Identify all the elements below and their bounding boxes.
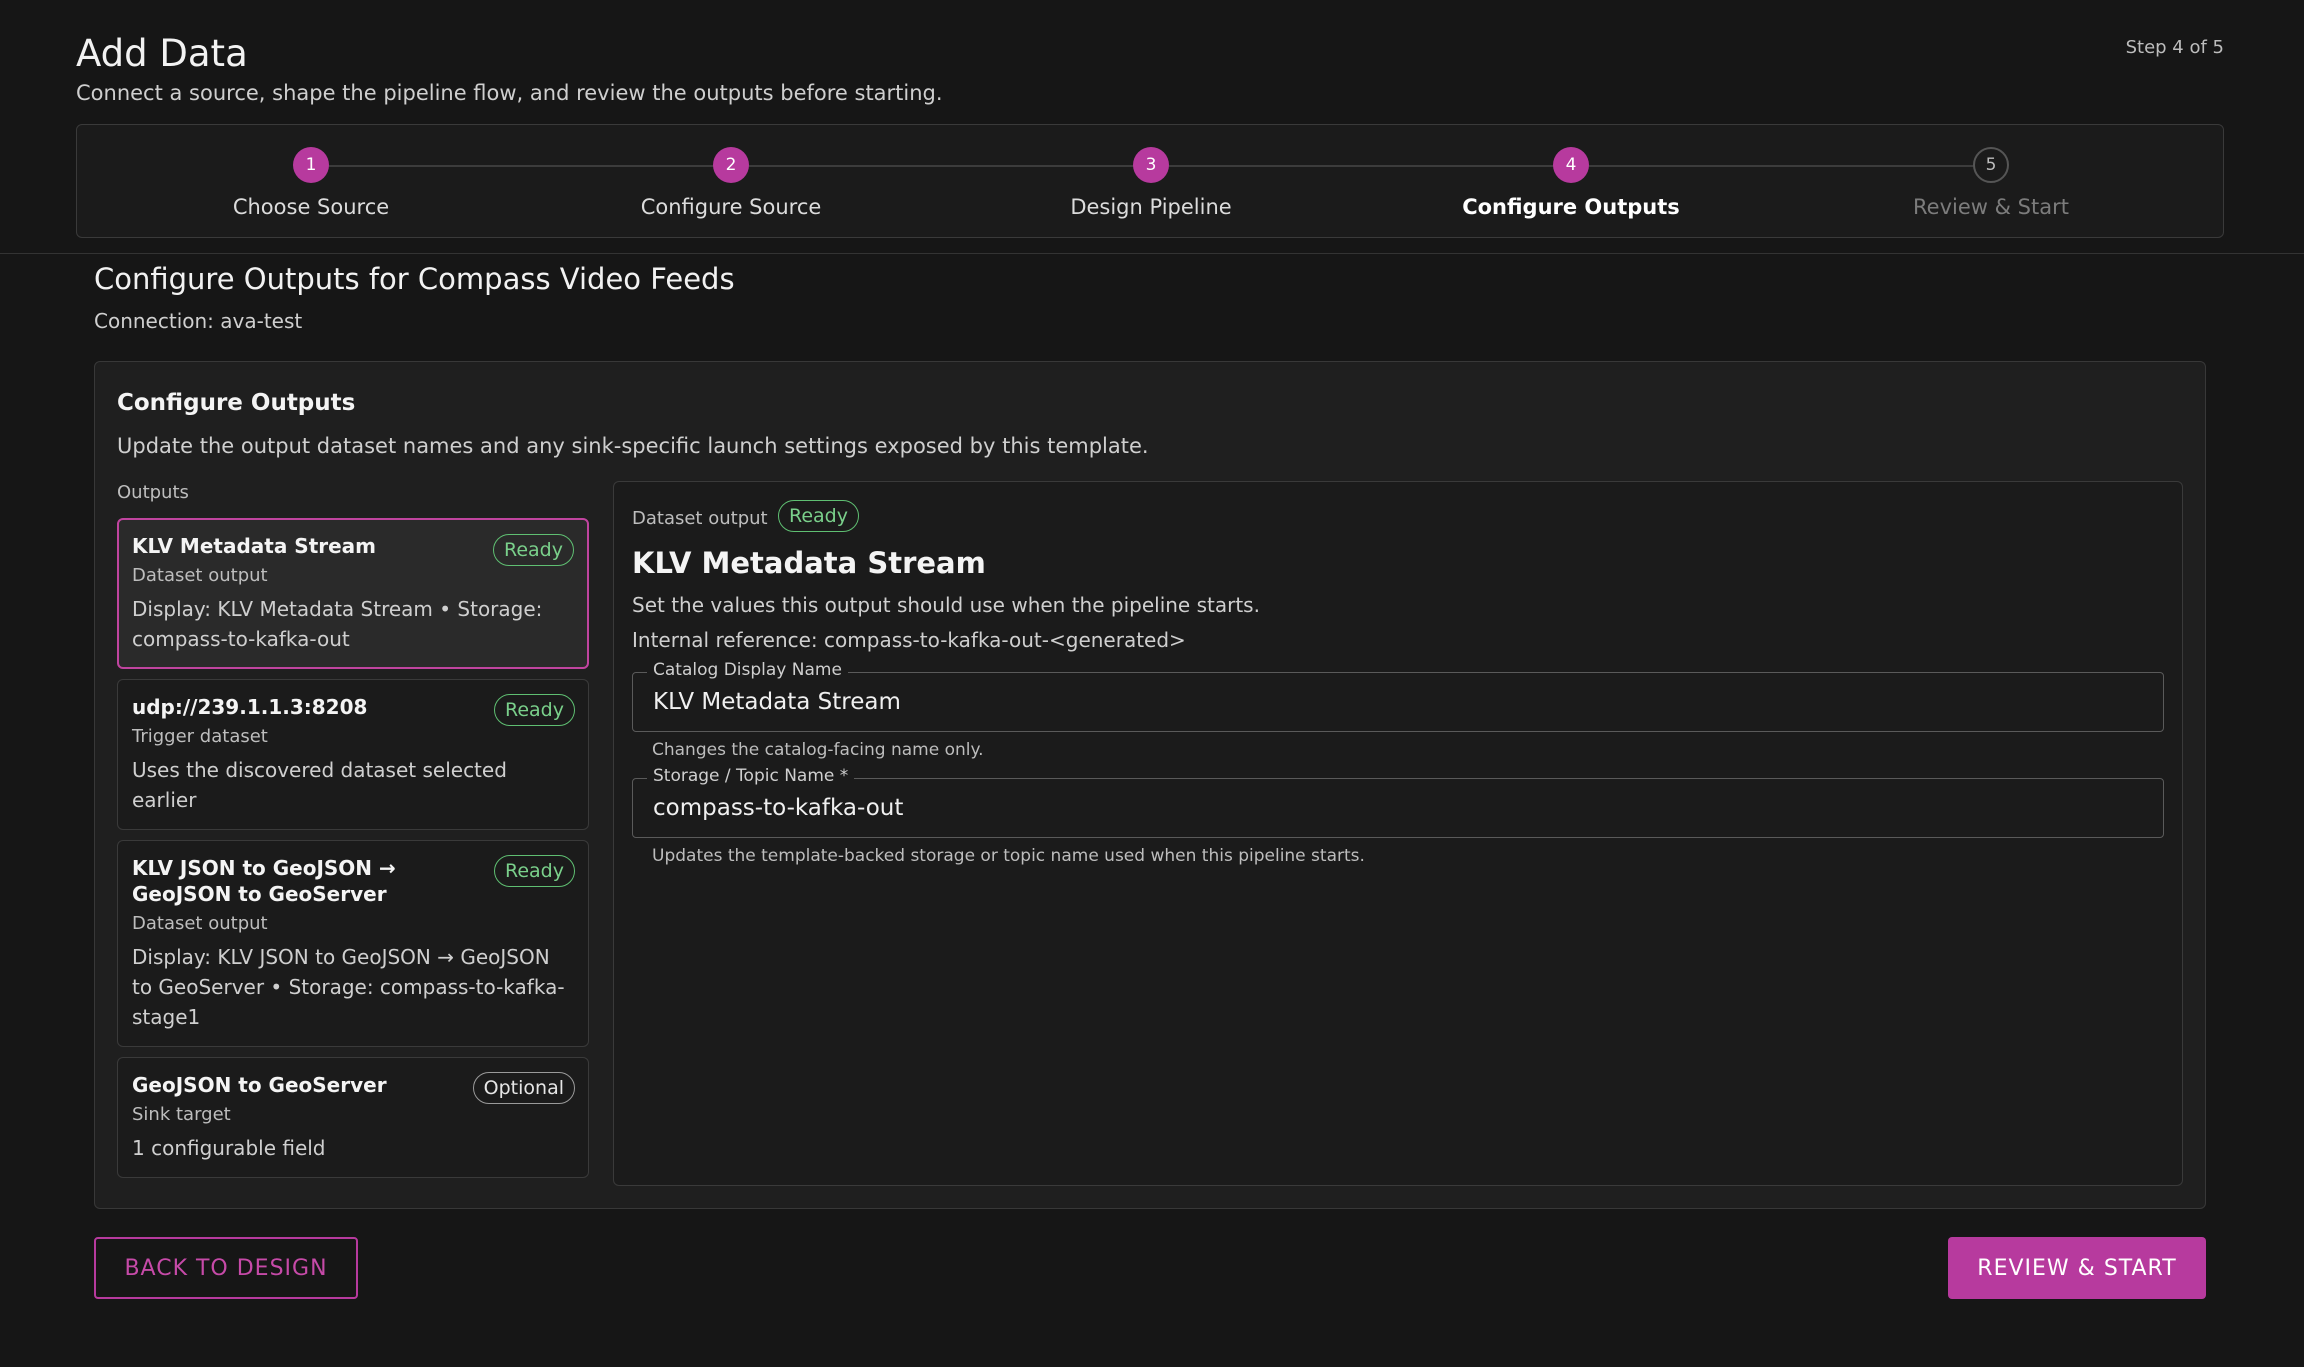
step-review-start[interactable]: 5 Review & Start [1781, 147, 2201, 219]
step-indicator: Step 4 of 5 [2125, 37, 2224, 58]
add-data-page: Add Data Connect a source, shape the pip… [0, 0, 2304, 1367]
status-badge: Ready [778, 500, 859, 532]
page-subtitle: Connect a source, shape the pipeline flo… [76, 81, 943, 105]
output-item-description: Display: KLV Metadata Stream • Storage: … [132, 597, 543, 651]
detail-description: Set the values this output should use wh… [632, 593, 1260, 617]
step-label: Review & Start [1913, 195, 2069, 219]
card-description: Update the output dataset names and any … [117, 434, 1149, 458]
output-item-description: Display: KLV JSON to GeoJSON → GeoJSON t… [132, 945, 565, 1029]
output-item-type: Dataset output [132, 565, 268, 586]
output-item-description: Uses the discovered dataset selected ear… [132, 758, 507, 812]
step-design-pipeline[interactable]: 3 Design Pipeline [941, 147, 1361, 219]
step-label: Configure Source [640, 195, 822, 219]
internal-reference: Internal reference: compass-to-kafka-out… [632, 628, 1186, 652]
step-configure-outputs[interactable]: 4 Configure Outputs [1361, 147, 1781, 219]
output-item-title: GeoJSON to GeoServer [132, 1073, 387, 1097]
step-label: Choose Source [232, 195, 390, 219]
output-item-title: KLV JSON to GeoJSON → GeoJSON to GeoServ… [132, 856, 396, 906]
storage-topic-name-input[interactable] [633, 779, 2163, 837]
output-item[interactable]: GeoJSON to GeoServer Sink target 1 confi… [117, 1057, 589, 1178]
output-item[interactable]: KLV Metadata Stream Dataset output Displ… [117, 518, 589, 669]
status-badge: Optional [472, 1072, 575, 1104]
step-number: 5 [1973, 147, 2009, 183]
status-badge: Ready [494, 855, 575, 887]
back-to-design-button[interactable]: BACK TO DESIGN [94, 1237, 358, 1299]
page-title: Add Data [76, 32, 248, 75]
output-item-title: KLV Metadata Stream [132, 534, 377, 558]
step-number: 1 [293, 147, 329, 183]
output-detail-panel: Dataset output Ready KLV Metadata Stream… [613, 481, 2183, 1186]
step-configure-source[interactable]: 2 Configure Source [521, 147, 941, 219]
catalog-display-name-label: Catalog Display Name [647, 660, 848, 680]
card-title: Configure Outputs [117, 390, 356, 416]
catalog-display-name-field: Catalog Display Name [632, 660, 2164, 732]
output-item[interactable]: KLV JSON to GeoJSON → GeoJSON to GeoServ… [117, 840, 589, 1047]
step-label: Configure Outputs [1462, 195, 1680, 219]
catalog-display-name-helper: Changes the catalog-facing name only. [652, 740, 984, 760]
output-item-type: Dataset output [132, 913, 268, 934]
outputs-label: Outputs [117, 482, 189, 503]
output-item-type: Trigger dataset [132, 726, 268, 747]
status-badge: Ready [493, 534, 574, 566]
storage-topic-name-helper: Updates the template-backed storage or t… [652, 846, 1365, 866]
step-label: Design Pipeline [1070, 195, 1232, 219]
section-title: Configure Outputs for Compass Video Feed… [94, 262, 735, 296]
step-number: 3 [1133, 147, 1169, 183]
storage-topic-name-field: Storage / Topic Name * [632, 766, 2164, 838]
review-and-start-button[interactable]: REVIEW & START [1948, 1237, 2206, 1299]
output-item[interactable]: udp://239.1.1.3:8208 Trigger dataset Use… [117, 679, 589, 830]
output-item-title: udp://239.1.1.3:8208 [132, 695, 368, 719]
storage-topic-name-label: Storage / Topic Name * [647, 766, 855, 786]
detail-kind: Dataset output [632, 508, 768, 529]
step-choose-source[interactable]: 1 Choose Source [101, 147, 521, 219]
step-number: 2 [713, 147, 749, 183]
header-divider [0, 253, 2304, 254]
status-badge: Ready [494, 694, 575, 726]
step-number: 4 [1553, 147, 1589, 183]
detail-title: KLV Metadata Stream [632, 546, 986, 580]
connection-label: Connection: ava-test [94, 309, 303, 333]
output-list: KLV Metadata Stream Dataset output Displ… [117, 518, 589, 1188]
catalog-display-name-input[interactable] [633, 673, 2163, 731]
configure-outputs-card: Configure Outputs Update the output data… [94, 361, 2206, 1209]
output-item-type: Sink target [132, 1104, 231, 1125]
stepper: 1 Choose Source 2 Configure Source 3 Des… [76, 124, 2224, 238]
output-item-description: 1 configurable field [132, 1136, 326, 1160]
